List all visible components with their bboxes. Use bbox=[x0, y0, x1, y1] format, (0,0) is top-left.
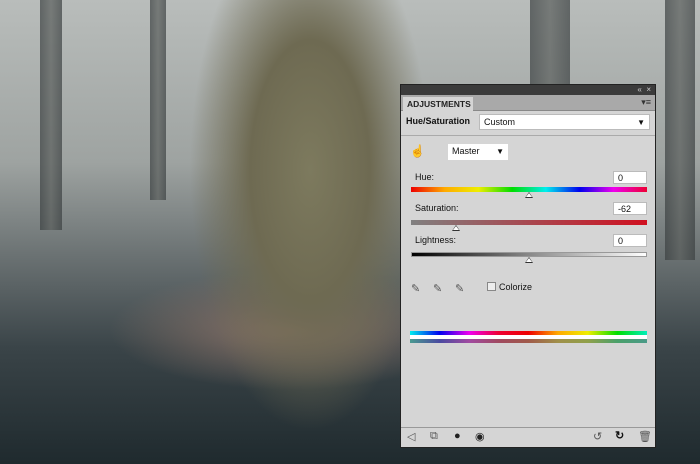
back-arrow-icon[interactable]: ◁ bbox=[407, 430, 415, 443]
targeted-adjustment-hand-icon[interactable]: ☝ bbox=[410, 144, 425, 158]
background-tree bbox=[150, 0, 166, 200]
saturation-slider-track[interactable] bbox=[411, 220, 647, 225]
chevron-down-icon: ▼ bbox=[637, 118, 645, 127]
background-tree bbox=[40, 0, 62, 230]
background-tree bbox=[665, 0, 695, 260]
adjustments-panel: « × ADJUSTMENTS ▾≡ Hue/Saturation Custom… bbox=[400, 84, 656, 448]
panel-menu-icon[interactable]: ▾≡ bbox=[641, 97, 651, 108]
channel-value: Master bbox=[452, 146, 480, 156]
preset-dropdown[interactable]: Custom ▼ bbox=[479, 114, 650, 130]
eyedropper-icon[interactable]: ✎ bbox=[411, 282, 420, 295]
view-previous-icon[interactable]: ◉ bbox=[475, 430, 485, 443]
footer-divider bbox=[401, 427, 655, 428]
saturation-slider-thumb[interactable] bbox=[451, 225, 460, 231]
tab-row: ADJUSTMENTS ▾≡ bbox=[401, 95, 655, 111]
hue-label: Hue: bbox=[415, 172, 435, 182]
adjustment-title: Hue/Saturation bbox=[406, 116, 471, 126]
saturation-label: Saturation: bbox=[415, 203, 459, 213]
tab-adjustments[interactable]: ADJUSTMENTS bbox=[403, 97, 473, 111]
hue-slider-thumb[interactable] bbox=[525, 192, 533, 198]
saturation-input[interactable]: -62 bbox=[613, 202, 647, 215]
background-tree bbox=[530, 0, 570, 90]
preset-value: Custom bbox=[484, 117, 516, 127]
visibility-eye-icon[interactable]: ● bbox=[454, 430, 461, 442]
channel-dropdown[interactable]: Master ▼ bbox=[448, 144, 508, 160]
lightness-label: Lightness: bbox=[415, 235, 457, 245]
hue-input[interactable]: 0 bbox=[613, 171, 647, 184]
output-color-spectrum bbox=[410, 339, 647, 343]
collapse-icon[interactable]: « bbox=[637, 85, 641, 94]
colorize-label: Colorize bbox=[499, 282, 533, 292]
divider bbox=[401, 135, 655, 136]
chevron-down-icon: ▼ bbox=[496, 147, 504, 156]
eyedropper-subtract-icon[interactable]: ✎ bbox=[455, 282, 464, 295]
panel-title-bar: « × bbox=[401, 85, 655, 95]
toggle-preview-icon[interactable]: ↺ bbox=[593, 430, 602, 443]
reset-icon[interactable]: ↻ bbox=[615, 429, 624, 442]
lightness-input[interactable]: 0 bbox=[613, 234, 647, 247]
colorize-checkbox[interactable] bbox=[487, 282, 496, 291]
clip-to-layer-icon[interactable]: ⧉ bbox=[430, 430, 438, 443]
close-icon[interactable]: × bbox=[646, 85, 651, 94]
lightness-slider-thumb[interactable] bbox=[525, 257, 533, 263]
eyedropper-add-icon[interactable]: ✎ bbox=[433, 282, 442, 295]
delete-icon[interactable]: 🗑 bbox=[638, 430, 652, 443]
